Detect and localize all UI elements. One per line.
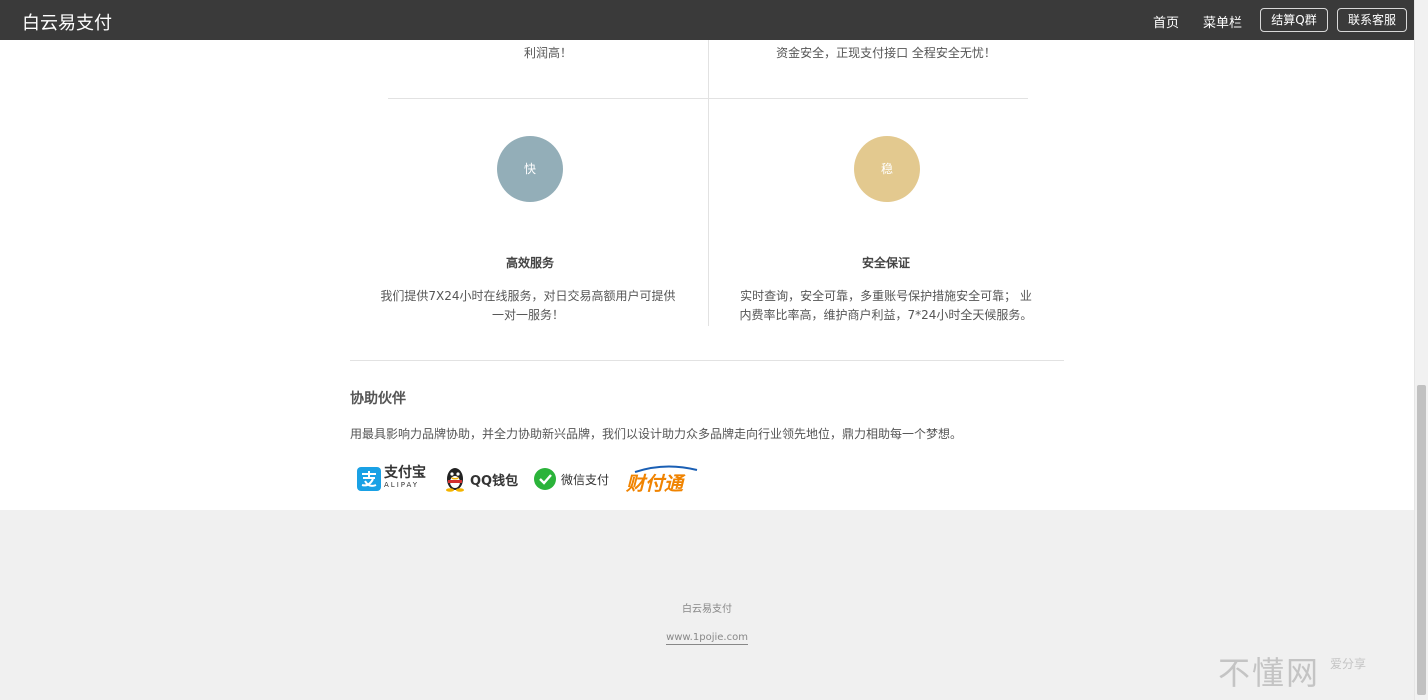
- feature-desc-efficient-service: 我们提供7X24小时在线服务，对日交易高额用户可提供一对一服务！: [380, 289, 676, 322]
- nav-home[interactable]: 首页: [1153, 12, 1179, 31]
- footer: 白云易支付 www.1pojie.com: [0, 510, 1414, 700]
- tenpay-logo-name: 财付通: [626, 473, 684, 495]
- section-divider: [350, 360, 1064, 361]
- footer-site-link[interactable]: www.1pojie.com: [666, 632, 748, 645]
- grid-divider-vertical: [708, 0, 709, 326]
- feature-title-security-guarantee: 安全保证: [861, 256, 910, 270]
- feature-desc-security-guarantee: 实时查询，安全可靠，多重账号保护措施安全可靠； 业内费率比率高，维护商户利益，7…: [739, 289, 1033, 322]
- feature-desc-partial-left: 利润高！: [523, 46, 572, 60]
- top-navbar: 白云易支付 首页 菜单栏 结算Q群 联系客服: [0, 0, 1414, 40]
- feature-icon-fast: 快: [497, 136, 563, 202]
- page: 白云易支付 首页 菜单栏 结算Q群 联系客服 利润高！ 资金安全，正现支付接口 …: [0, 0, 1428, 700]
- watermark-text: 不懂网: [1218, 654, 1321, 692]
- alipay-icon: [357, 467, 381, 491]
- qq-wallet-logo: QQ钱包: [444, 463, 518, 495]
- feature-icon-stable: 稳: [854, 136, 920, 202]
- alipay-logo: 支付宝 ALIPAY: [357, 463, 426, 495]
- qq-wallet-logo-name: QQ钱包: [470, 473, 519, 489]
- wechat-pay-logo-name: 微信支付: [561, 472, 610, 487]
- feature-desc-partial-right: 资金安全，正现支付接口 全程安全无忧！: [776, 46, 996, 60]
- grid-divider-horizontal: [388, 98, 1028, 99]
- contact-support-button[interactable]: 联系客服: [1337, 8, 1407, 32]
- footer-site-name: 白云易支付: [682, 604, 732, 615]
- qq-penguin-icon: [446, 468, 464, 492]
- feature-grid: 利润高！ 资金安全，正现支付接口 全程安全无忧！ 快 高效服务 我们提供7X24…: [380, 0, 1032, 326]
- scrollbar-thumb[interactable]: [1417, 385, 1426, 695]
- brand-title[interactable]: 白云易支付: [22, 9, 112, 35]
- settlement-group-button[interactable]: 结算Q群: [1260, 8, 1328, 32]
- partners-title: 协助伙伴: [350, 391, 406, 407]
- nav-menu[interactable]: 菜单栏: [1203, 12, 1242, 31]
- wechat-pay-logo: 微信支付: [534, 463, 609, 495]
- alipay-logo-sub: ALIPAY: [384, 481, 420, 489]
- tenpay-logo: 财付通: [625, 463, 703, 495]
- watermark-subtext: 爱分享: [1330, 657, 1367, 671]
- alipay-logo-name: 支付宝: [384, 465, 426, 481]
- feature-title-efficient-service: 高效服务: [505, 256, 554, 270]
- partners-desc: 用最具影响力品牌协助，并全力协助新兴品牌，我们以设计助力众多品牌走向行业领先地位…: [350, 427, 963, 441]
- footer-url-wrapper: www.1pojie.com: [0, 632, 1414, 645]
- wechat-pay-icon: [534, 468, 556, 490]
